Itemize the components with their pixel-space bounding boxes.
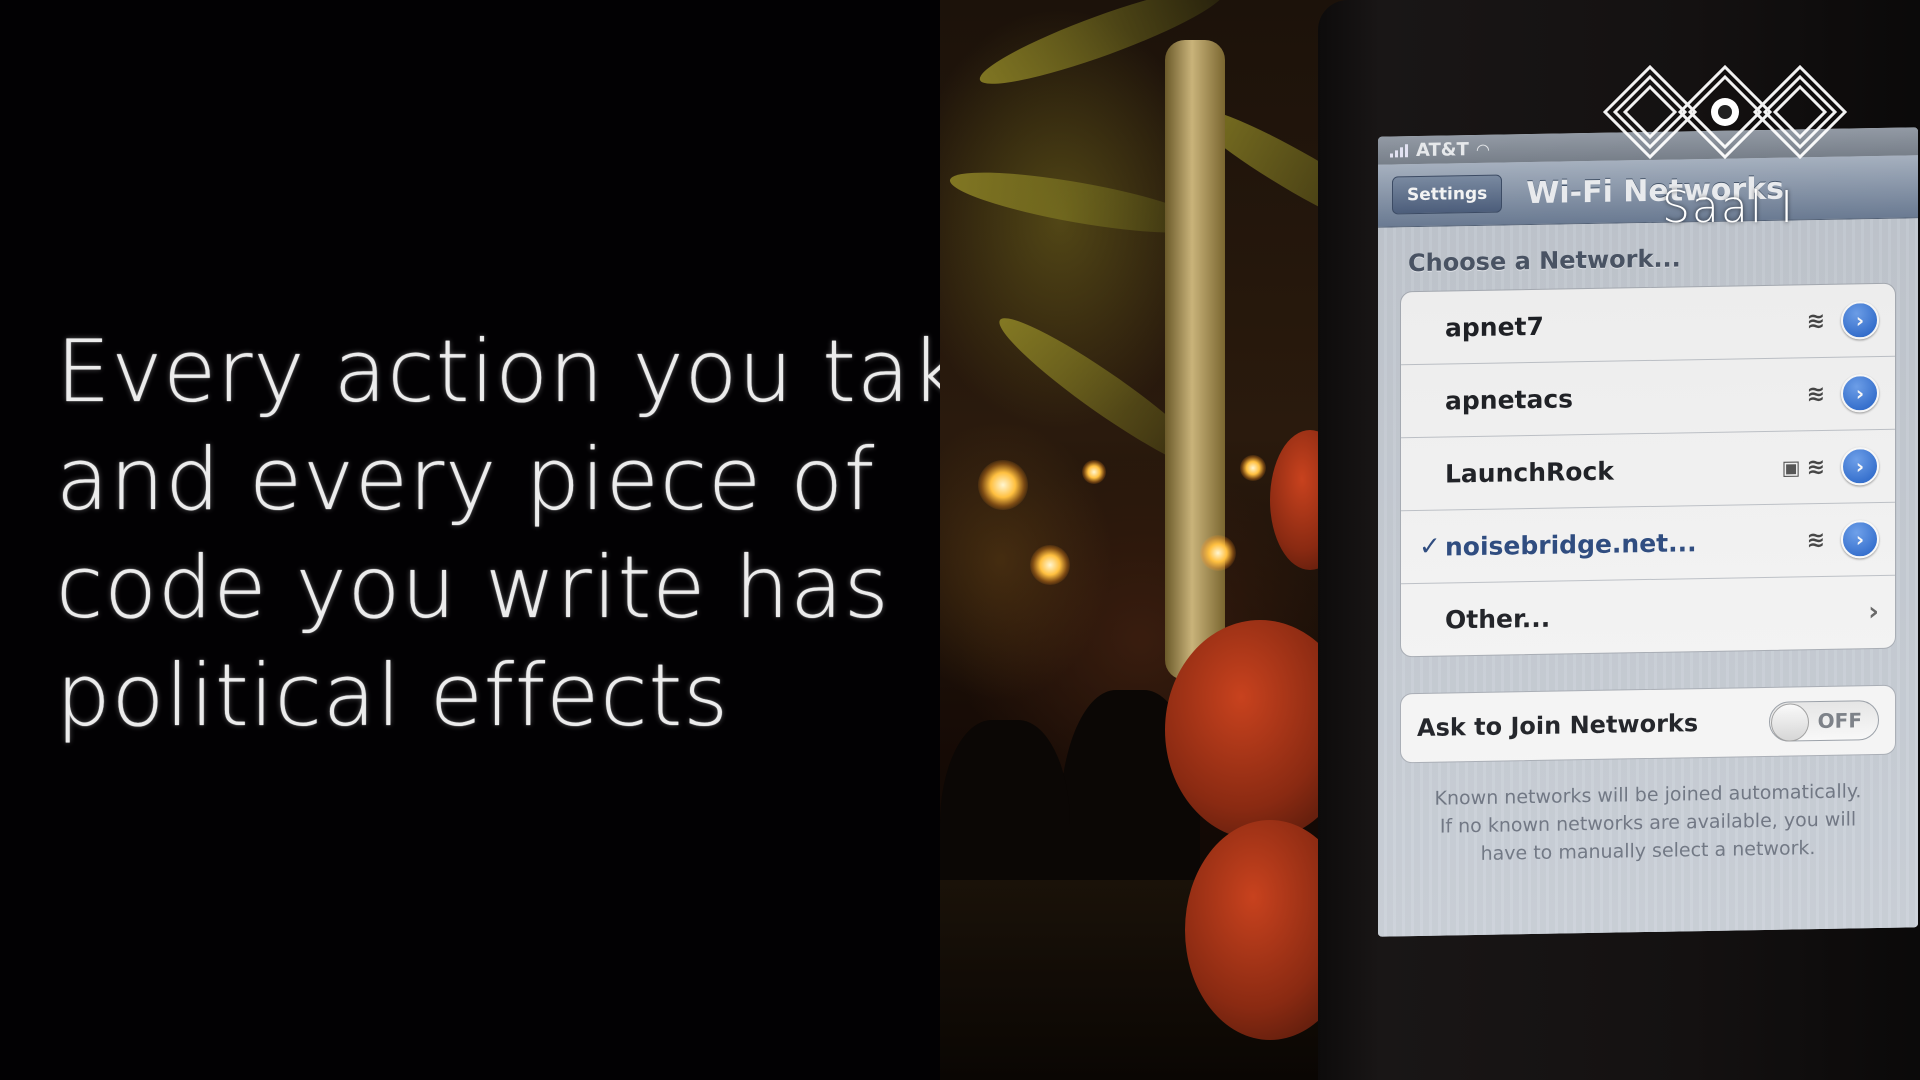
slide-quote: Every action you take and every piece of…: [56, 318, 1013, 750]
room-label: Saal I: [1662, 182, 1796, 233]
checkmark-icon: ✓: [1419, 531, 1441, 562]
wifi-strength-icon: ≋: [1806, 454, 1825, 480]
lock-icon: ▣: [1781, 455, 1801, 480]
palm-trunk: [1165, 40, 1225, 680]
street-light: [1200, 535, 1236, 571]
wifi-settings-content: Choose a Network... apnet7 ≋ › apnetacs …: [1378, 218, 1918, 937]
network-row-apnetacs[interactable]: apnetacs ≋ ›: [1401, 356, 1895, 439]
ask-to-join-toggle[interactable]: OFF: [1769, 699, 1879, 742]
signal-bars-icon: [1390, 143, 1408, 158]
network-name: apnetacs: [1445, 383, 1574, 416]
street-light: [1082, 460, 1106, 484]
network-name: LaunchRock: [1445, 456, 1614, 489]
street-light: [978, 460, 1028, 510]
network-row-noisebridge[interactable]: ✓ noisebridge.net... ≋ ›: [1401, 502, 1895, 585]
quote-line-4: political effects: [56, 646, 730, 746]
network-name: apnet7: [1445, 311, 1544, 343]
carrier-label: AT&T: [1416, 138, 1469, 161]
settings-back-button[interactable]: Settings: [1392, 174, 1503, 215]
quote-line-3: code you write has: [56, 538, 890, 638]
toggle-state-label: OFF: [1817, 708, 1862, 734]
chevron-right-icon: ›: [1868, 596, 1879, 628]
network-row-apnet7[interactable]: apnet7 ≋ ›: [1401, 283, 1895, 366]
toggle-knob[interactable]: [1771, 703, 1809, 742]
slide-panel: Every action you take and every piece of…: [0, 0, 1013, 1080]
detail-disclosure-icon[interactable]: ›: [1841, 519, 1879, 559]
network-row-launchrock[interactable]: LaunchRock ▣ ≋ ›: [1401, 429, 1895, 512]
wifi-strength-icon: ≋: [1806, 381, 1825, 407]
network-list: apnet7 ≋ › apnetacs ≋ › LaunchRock ▣ ≋ ›…: [1400, 282, 1896, 658]
wifi-strength-icon: ≋: [1806, 527, 1825, 553]
known-networks-note: Known networks will be joined automatica…: [1434, 780, 1862, 865]
choose-network-header: Choose a Network...: [1408, 244, 1681, 278]
detail-disclosure-icon[interactable]: ›: [1841, 373, 1879, 413]
ask-to-join-row: Ask to Join Networks OFF: [1400, 684, 1896, 764]
ask-to-join-label: Ask to Join Networks: [1417, 709, 1699, 743]
detail-disclosure-icon[interactable]: ›: [1841, 446, 1879, 486]
network-row-other[interactable]: Other... ›: [1401, 576, 1895, 657]
street-light: [1030, 545, 1070, 585]
wifi-strength-icon: ≋: [1806, 308, 1825, 334]
network-name: noisebridge.net...: [1445, 527, 1697, 562]
iphone-screen: AT&T ◠ Settings Wi-Fi Networks Choose a …: [1378, 127, 1918, 937]
other-label: Other...: [1445, 603, 1551, 635]
wifi-icon: ◠: [1476, 139, 1490, 159]
quote-line-1: Every action you take: [56, 322, 1013, 422]
street-light: [1240, 455, 1266, 481]
congress-logo-icon: [1602, 64, 1848, 160]
quote-line-2: and every piece of: [56, 430, 876, 530]
detail-disclosure-icon[interactable]: ›: [1841, 300, 1879, 340]
